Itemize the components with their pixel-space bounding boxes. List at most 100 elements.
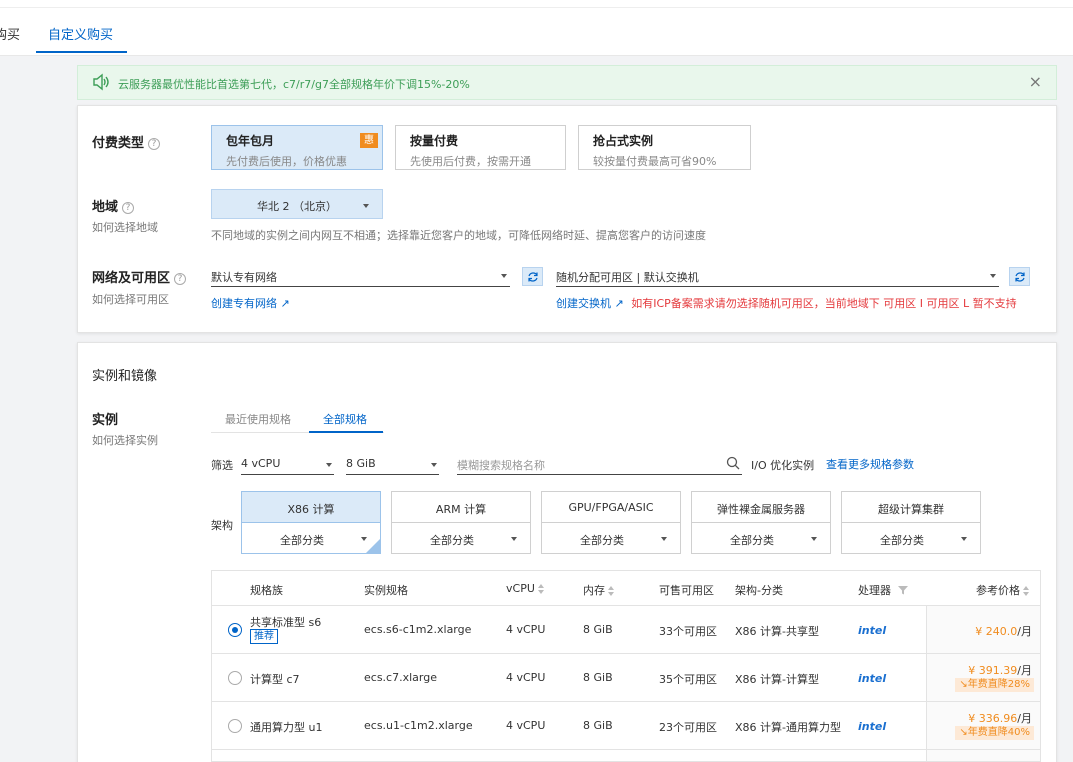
tab-custom-buy[interactable]: 自定义购买 [48,24,113,43]
arch-bare-metal[interactable]: 弹性裸金属服务器 全部分类 [691,491,831,554]
column-header-memory[interactable]: 内存 [583,571,614,606]
tab-recent-specs[interactable]: 最近使用规格 [225,411,291,427]
column-header-vcpu[interactable]: vCPU [506,571,544,606]
zone-switch-select[interactable]: 随机分配可用区 | 默认交换机 [556,265,999,287]
vpc-select[interactable]: 默认专有网络 [211,265,510,287]
refresh-switch-button[interactable] [1009,267,1030,286]
section-title: 实例和镜像 [92,369,158,384]
switch-row: 创建交换机 ↗ 如有ICP备案需求请勿选择随机可用区，当前地域下 可用区 I 可… [556,295,1017,311]
refresh-icon [528,272,538,282]
sort-icon[interactable] [537,584,544,594]
arch-category-select[interactable]: 全部分类 [392,523,530,554]
memory-cell: 8 GiB [583,719,613,732]
payment-option-desc: 先付费后使用，价格优惠 [226,155,347,168]
chevron-down-icon [501,274,507,278]
help-icon[interactable]: ? [122,202,135,214]
zones-cell: 35个可用区 [659,673,717,686]
arch-category-select[interactable]: 全部分类 [542,523,680,554]
vcpu-cell: 4 vCPU [506,719,546,732]
region-label: 地域? [92,196,135,215]
arch-arm[interactable]: ARM 计算 全部分类 [391,491,531,554]
help-icon[interactable]: ? [174,273,187,285]
chevron-down-icon [363,204,369,208]
vpc-value: 默认专有网络 [211,271,277,284]
payment-option-pay-as-you-go[interactable]: 按量付费 先使用后付费，按需开通 [395,125,566,170]
memory-select[interactable]: 8 GiB [346,455,439,475]
trend-down-icon: ↘ [959,679,968,690]
payment-option-desc: 较按量付费最高可省90% [593,155,717,168]
column-header-price[interactable]: 参考价格 [976,571,1029,606]
help-icon[interactable]: ? [148,138,161,150]
instance-help-link[interactable]: 如何选择实例 [92,432,158,448]
payment-option-subscription[interactable]: 包年包月 先付费后使用，价格优惠 惠 [211,125,383,170]
external-link-icon: ↗ [280,297,290,310]
region-value: 华北 2 （北京） [257,200,337,213]
active-tab-indicator [309,431,383,433]
sort-icon[interactable] [1023,586,1029,596]
create-vpc-link[interactable]: 创建专有网络 ↗ [211,295,290,311]
arch-gpu-fpga-asic[interactable]: GPU/FPGA/ASIC 全部分类 [541,491,681,554]
family-cell: 通用算力型 u1 [250,721,323,734]
arch-label: 架构 [211,519,233,532]
memory-cell: 8 GiB [583,671,613,684]
chevron-down-icon [326,463,332,467]
tab-all-specs[interactable]: 全部规格 [323,411,367,427]
arch-category-select[interactable]: 全部分类 [242,523,380,554]
spec-search-input[interactable]: 模糊搜索规格名称 [457,455,742,475]
chevron-down-icon [511,537,517,541]
arch-cell: X86 计算-计算型 [735,673,819,686]
vcpu-select[interactable]: 4 vCPU [241,455,334,475]
row-radio[interactable] [228,719,242,733]
active-tab-indicator [36,51,127,53]
divider [0,7,1073,8]
arch-x86[interactable]: X86 计算 全部分类 [241,491,381,554]
zone-value: 随机分配可用区 | 默认交换机 [556,271,699,284]
spec-cell: ecs.c7.xlarge [364,671,437,684]
tab-quick-buy[interactable]: 购买 [0,24,20,43]
chevron-down-icon [431,463,437,467]
close-icon[interactable]: × [1029,72,1042,91]
recommend-badge: 推荐 [250,629,278,644]
spec-cell: ecs.s6-c1m2.xlarge [364,623,472,636]
region-hint: 不同地域的实例之间内网互不相通；选择靠近您客户的地域，可降低网络时延、提高您客户… [211,229,706,242]
table-row[interactable]: 通用算力型 u1 ecs.u1-c1m2.xlarge 4 vCPU 8 GiB… [212,702,1040,750]
search-placeholder: 模糊搜索规格名称 [457,459,545,472]
payment-option-title: 抢占式实例 [593,134,654,148]
family-cell: 共享标准型 s6 [250,616,322,629]
intel-logo: intel [858,720,887,733]
zone-help-link[interactable]: 如何选择可用区 [92,291,169,307]
region-help-link[interactable]: 如何选择地域 [92,219,158,235]
table-row[interactable] [212,750,1040,761]
arch-name: X86 计算 [242,492,380,523]
chevron-down-icon [811,537,817,541]
payment-option-spot[interactable]: 抢占式实例 较按量付费最高可省90% [578,125,751,170]
region-select[interactable]: 华北 2 （北京） [211,189,383,219]
zones-cell: 33个可用区 [659,625,717,638]
column-header-family: 规格族 [250,584,283,597]
search-icon[interactable] [726,456,740,470]
annual-discount-badge: ↘年费直降28% [955,678,1034,692]
intel-logo: intel [858,624,887,637]
arch-name: GPU/FPGA/ASIC [542,492,680,523]
annual-discount-badge: ↘年费直降40% [955,726,1034,740]
filter-icon[interactable] [897,585,908,595]
sort-icon[interactable] [608,586,614,596]
row-radio[interactable] [228,623,242,637]
arch-super-computing[interactable]: 超级计算集群 全部分类 [841,491,981,554]
promo-banner: 云服务器最优性能比首选第七代，c7/r7/g7全部规格年价下调15%-20% × [77,65,1057,100]
row-radio[interactable] [228,671,242,685]
arch-category-select[interactable]: 全部分类 [692,523,830,554]
arch-category-select[interactable]: 全部分类 [842,523,980,554]
table-row[interactable]: 共享标准型 s6 推荐 ecs.s6-c1m2.xlarge 4 vCPU 8 … [212,606,1040,654]
instance-label: 实例 [92,413,119,428]
payment-label: 付费类型? [92,132,161,151]
arch-name: 超级计算集群 [842,492,980,523]
arch-name: ARM 计算 [392,492,530,523]
create-switch-link[interactable]: 创建交换机 ↗ [556,297,624,310]
table-row[interactable]: 计算型 c7 ecs.c7.xlarge 4 vCPU 8 GiB 35个可用区… [212,654,1040,702]
column-header-processor[interactable]: 处理器 [858,571,908,606]
payment-option-title: 按量付费 [410,134,459,148]
refresh-vpc-button[interactable] [522,267,543,286]
vcpu-cell: 4 vCPU [506,623,546,636]
more-params-link[interactable]: 查看更多规格参数 [826,456,914,472]
